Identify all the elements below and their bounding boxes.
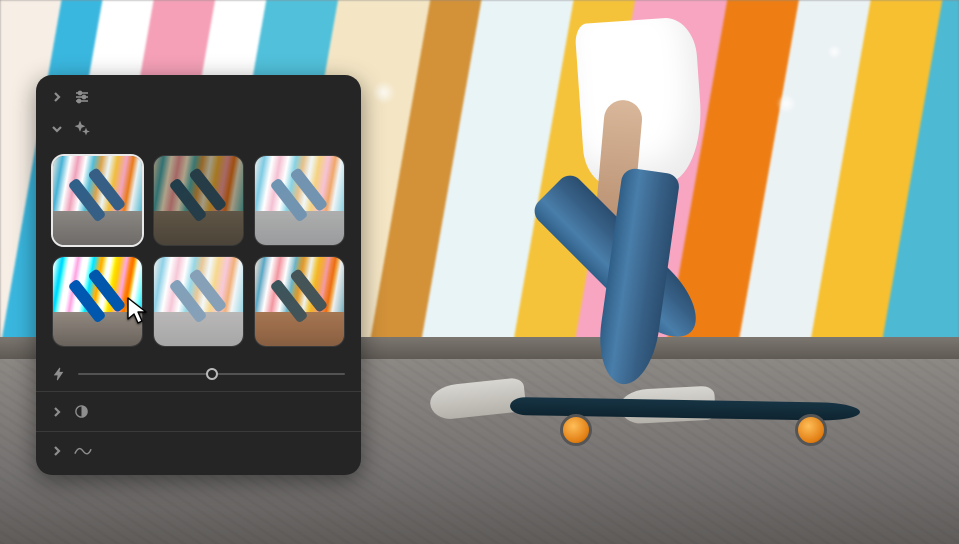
section-adjustments[interactable] [36,81,361,113]
chevron-down-icon [50,122,64,136]
sparkle-icon [74,121,90,137]
chevron-right-icon [50,444,64,458]
preset-thumb-sepia[interactable] [153,155,244,246]
presets-body [36,145,361,353]
divider [36,391,361,392]
chevron-right-icon [50,405,64,419]
intensity-icon [52,367,66,381]
preset-thumb-warm[interactable] [254,256,345,347]
preset-thumb-bright2[interactable] [153,256,244,347]
effects-panel [36,75,361,475]
intensity-row [36,353,361,387]
section-presets[interactable] [36,113,361,145]
preset-grid [52,155,345,347]
sliders-icon [74,89,90,105]
preset-thumb-bright[interactable] [254,155,345,246]
intensity-slider[interactable] [78,373,345,375]
chevron-right-icon [50,90,64,104]
preset-thumb-ultra[interactable] [52,256,143,347]
wave-icon [74,444,92,458]
slider-thumb[interactable] [206,368,218,380]
section-curves[interactable] [36,436,361,466]
preset-thumb-none[interactable] [52,155,143,246]
divider [36,431,361,432]
section-contrast[interactable] [36,396,361,427]
half-circle-icon [74,404,89,419]
